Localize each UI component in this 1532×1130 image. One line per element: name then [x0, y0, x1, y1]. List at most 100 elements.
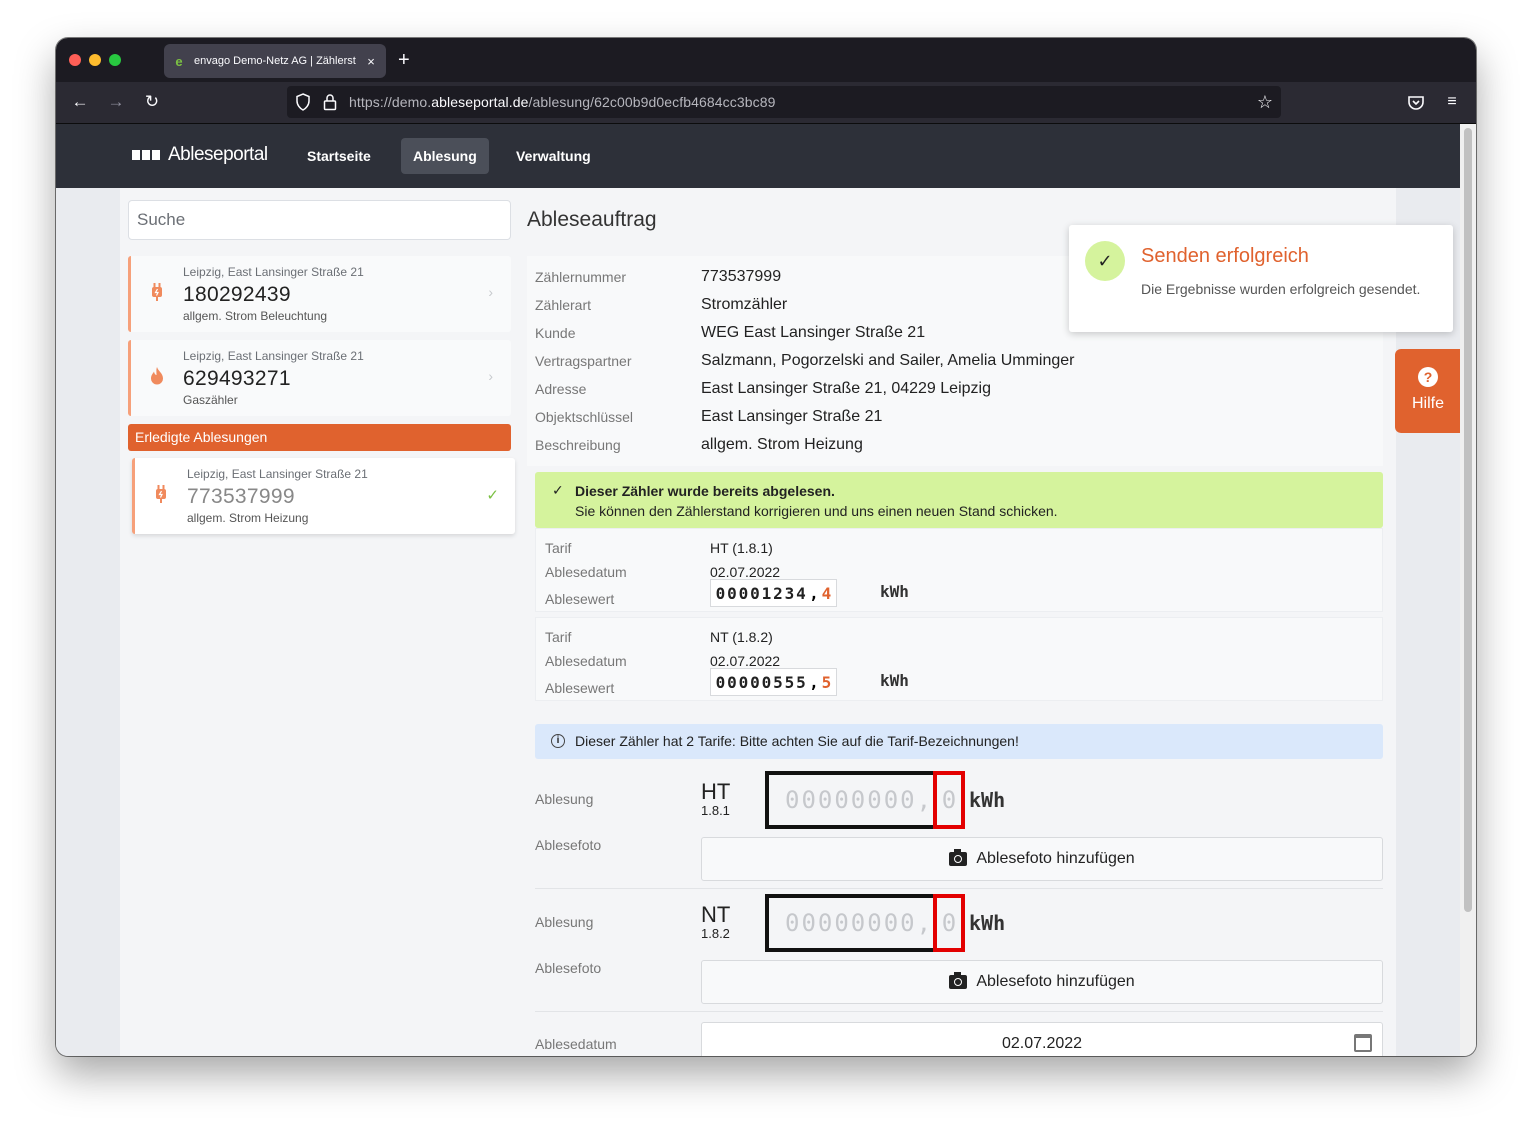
detail-key: Zählerart [535, 297, 592, 313]
tarif-value: HT (1.8.1) [710, 540, 773, 556]
nav-ablesung[interactable]: Ablesung [401, 138, 489, 174]
reading-entry-nt: Ablesung NT 1.8.2 00000000, 0 kWh Ablese… [535, 894, 1383, 1004]
calendar-icon[interactable] [1354, 1034, 1372, 1052]
odometer-digit: 5 [784, 672, 795, 692]
flame-icon [149, 366, 165, 391]
odometer-digit: 2 [773, 583, 783, 603]
forward-arrow-icon[interactable]: → [106, 92, 126, 112]
tarif-code: 1.8.2 [701, 926, 730, 941]
list-item-meter[interactable]: Leipzig, East Lansinger Straße 21 180292… [128, 256, 511, 332]
add-photo-button[interactable]: Ablesefoto hinzufügen [701, 960, 1383, 1004]
url-text[interactable]: https://demo.ableseportal.de/ablesung/62… [349, 94, 776, 110]
date-value: 02.07.2022 [710, 564, 781, 580]
url-path: /ablesung/62c00b9d0ecfb4684cc3bc89 [528, 94, 776, 110]
back-arrow-icon[interactable]: ← [70, 92, 90, 112]
pocket-icon[interactable] [1407, 95, 1425, 111]
nav-startseite[interactable]: Startseite [295, 138, 383, 174]
value-label: Ablesewert [545, 680, 615, 696]
web-page: Ableseportal Startseite Ablesung Verwalt… [56, 124, 1460, 1056]
url-prefix: https://demo. [349, 94, 432, 110]
detail-value: East Lansinger Straße 21 [701, 408, 883, 425]
already-read-alert: ✓ Dieser Zähler wurde bereits abgelesen.… [535, 472, 1383, 528]
browser-tab[interactable]: e envago Demo-Netz AG | Zählerst × [164, 44, 386, 78]
plug-icon [149, 282, 165, 307]
add-photo-button[interactable]: Ablesefoto hinzufügen [701, 837, 1383, 881]
detail-value: Salzmann, Pogorzelski and Sailer, Amelia… [701, 352, 1075, 369]
lock-icon[interactable] [323, 93, 337, 111]
detail-value: Stromzähler [701, 296, 788, 313]
tracking-shield-icon[interactable] [295, 93, 311, 111]
list-item-meter[interactable]: Leipzig, East Lansinger Straße 21 629493… [128, 340, 511, 416]
hamburger-menu-icon[interactable]: ≡ [1442, 92, 1462, 112]
list-item-meter-done[interactable]: Leipzig, East Lansinger Straße 21 773537… [132, 458, 515, 534]
unit-label: kWh [969, 788, 1006, 812]
odometer-comma: , [809, 583, 819, 603]
brand-name: Ableseportal [168, 144, 268, 165]
odometer-digit: 0 [715, 672, 726, 692]
new-tab-button[interactable]: + [398, 50, 410, 70]
help-button[interactable]: ? Hilfe [1395, 349, 1460, 433]
search-input[interactable]: Suche [128, 200, 511, 240]
meter-decimal-input[interactable]: 0 [933, 894, 965, 952]
meter-number: 773537999 [187, 485, 295, 508]
meter-location: Leipzig, East Lansinger Straße 21 [183, 349, 364, 363]
previous-reading-nt: Tarif NT (1.8.2) Ablesedatum 02.07.2022 … [535, 617, 1383, 701]
scrollbar-thumb[interactable] [1464, 128, 1472, 912]
detail-key: Beschreibung [535, 437, 621, 453]
divider [535, 1011, 1383, 1012]
add-photo-label: Ablesefoto hinzufügen [976, 850, 1135, 867]
meter-description: allgem. Strom Heizung [187, 511, 309, 525]
check-circle-icon: ✓ [1085, 241, 1125, 281]
browser-window: e envago Demo-Netz AG | Zählerst × + ← →… [56, 38, 1476, 1056]
tab-title: envago Demo-Netz AG | Zählerst [194, 55, 356, 67]
detail-key: Kunde [535, 325, 576, 341]
close-window-button[interactable] [69, 54, 81, 66]
detail-value: WEG East Lansinger Straße 21 [701, 324, 926, 341]
plug-icon [153, 484, 169, 509]
reload-icon[interactable]: ↻ [142, 92, 162, 112]
page-title: Ableseauftrag [527, 208, 657, 231]
camera-icon [949, 972, 968, 989]
meter-description: Gaszähler [183, 393, 238, 407]
toast-body: Die Ergebnisse wurden erfolgreich gesend… [1141, 281, 1421, 297]
tarif-value: NT (1.8.2) [710, 629, 773, 645]
minimize-window-button[interactable] [89, 54, 101, 66]
page-scrollbar[interactable] [1460, 124, 1476, 1056]
unit-label: kWh [880, 582, 909, 601]
date-value: 02.07.2022 [710, 653, 781, 669]
reading-date-input[interactable]: 02.07.2022 [701, 1022, 1383, 1056]
value-label: Ablesewert [545, 591, 615, 607]
bookmark-star-icon[interactable]: ☆ [1257, 92, 1273, 113]
detail-value: 773537999 [701, 268, 782, 285]
url-bar[interactable]: https://demo.ableseportal.de/ablesung/62… [287, 86, 1281, 118]
add-photo-label: Ablesefoto hinzufügen [976, 973, 1135, 990]
nav-verwaltung[interactable]: Verwaltung [504, 138, 603, 174]
chevron-right-icon: › [488, 368, 493, 384]
alert-text: Sie können den Zählerstand korrigieren u… [575, 503, 1058, 519]
meter-number: 180292439 [183, 283, 291, 306]
tarif-name: HT [701, 779, 731, 804]
tab-close-icon[interactable]: × [364, 54, 378, 69]
odometer-display: 0 0 0 0 0 5 5 5 , 5 [710, 668, 837, 696]
brand-logo[interactable]: Ableseportal [132, 144, 268, 166]
chevron-right-icon: › [488, 284, 493, 300]
check-icon: ✓ [486, 487, 499, 504]
odometer-digit: 0 [761, 672, 772, 692]
detail-key: Zählernummer [535, 269, 627, 285]
unit-label: kWh [880, 671, 909, 690]
odometer-digit: 4 [796, 583, 806, 603]
tarif-name: NT [701, 902, 731, 927]
date-label: Ablesedatum [545, 653, 627, 669]
app-navbar: Ableseportal Startseite Ablesung Verwalt… [56, 124, 1460, 188]
odometer-digit: 0 [727, 583, 737, 603]
detail-key: Adresse [535, 381, 587, 397]
reading-label: Ablesung [535, 791, 594, 807]
odometer-decimal: 5 [821, 672, 832, 692]
meter-description: allgem. Strom Beleuchtung [183, 309, 328, 323]
odometer-digit: 0 [750, 583, 760, 603]
zoom-window-button[interactable] [109, 54, 121, 66]
meter-decimal-input[interactable]: 0 [933, 771, 965, 829]
reading-date-label: Ablesedatum [535, 1036, 617, 1052]
unit-label: kWh [969, 911, 1006, 935]
url-domain: ableseportal.de [431, 94, 529, 110]
